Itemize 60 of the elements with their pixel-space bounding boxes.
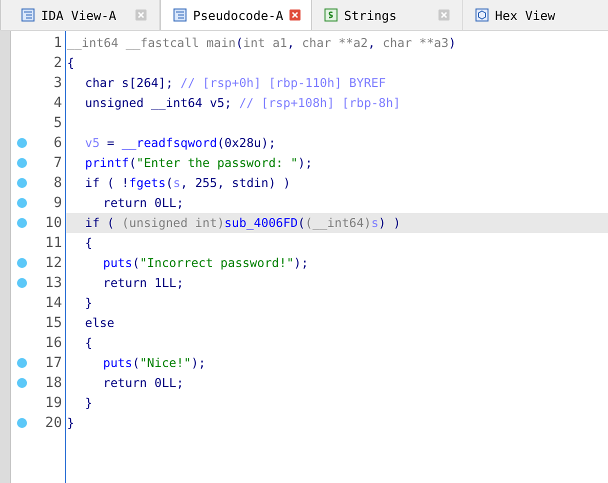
document-icon (21, 8, 35, 22)
code-line: } (67, 416, 74, 430)
strings-icon (324, 8, 338, 22)
line-number: 3 (52, 75, 63, 91)
line-number: 7 (52, 155, 63, 171)
code-line: { (85, 336, 92, 350)
line-number: 16 (44, 335, 63, 351)
line-number: 11 (44, 235, 63, 251)
line-number: 12 (44, 255, 63, 271)
code-line: } (85, 396, 92, 410)
line-number: 18 (44, 375, 63, 391)
hexagon-icon (475, 8, 489, 22)
line-number: 19 (44, 395, 63, 411)
close-icon[interactable] (289, 9, 302, 21)
code-line: printf("Enter the password: "); (85, 156, 312, 170)
breakpoint-dot[interactable] (17, 278, 27, 288)
tab[interactable]: Pseudocode-A (160, 0, 312, 30)
line-number: 14 (44, 295, 63, 311)
code-line: puts("Nice!"); (103, 356, 206, 370)
code-line: v5 = __readfsqword(0x28u); (85, 136, 276, 150)
breakpoint-dot[interactable] (17, 138, 27, 148)
close-icon[interactable] (438, 9, 450, 21)
code-line: unsigned __int64 v5; // [rsp+108h] [rbp-8h] (85, 96, 401, 110)
code-line: if ( (unsigned int)sub_4006FD((__int64)s) ) (85, 216, 401, 230)
code-line: return 1LL; (103, 276, 184, 290)
breakpoint-dot[interactable] (17, 158, 27, 168)
close-icon[interactable] (135, 9, 147, 21)
line-number: 15 (44, 315, 63, 331)
tab[interactable]: IDA View-A (9, 0, 160, 30)
breakpoint-dot[interactable] (17, 198, 27, 208)
code-line: return 0LL; (103, 376, 184, 390)
breakpoint-dot[interactable] (17, 258, 27, 268)
code-line: else (85, 316, 114, 330)
breakpoint-dot[interactable] (17, 418, 27, 428)
line-number: 1 (52, 35, 63, 51)
code-line: } (85, 296, 92, 310)
breakpoint-dot[interactable] (17, 178, 27, 188)
line-number: 4 (52, 95, 63, 111)
tab[interactable]: Strings (312, 0, 463, 30)
code-line: puts("Incorrect password!"); (103, 256, 308, 270)
code-line: __int64 __fastcall main(int a1, char **a2, char **a3) (67, 36, 456, 50)
code-line: return 0LL; (103, 196, 184, 210)
line-number: 8 (52, 175, 63, 191)
line-number: 20 (44, 415, 63, 431)
breakpoint-dot[interactable] (17, 378, 27, 388)
line-number: 17 (44, 355, 63, 371)
breakpoint-dot[interactable] (17, 358, 27, 368)
line-number: 10 (44, 215, 63, 231)
code-line: char s[264]; // [rsp+0h] [rbp-110h] BYREF (85, 76, 386, 90)
line-number: 5 (52, 115, 63, 131)
breakpoint-dot[interactable] (17, 218, 27, 228)
line-number: 13 (44, 275, 63, 291)
code-line: if ( !fgets(s, 255, stdin) ) (85, 176, 290, 190)
line-number: 2 (52, 55, 63, 71)
line-number: 9 (52, 195, 63, 211)
code-line: { (67, 56, 74, 70)
document-icon (173, 8, 187, 22)
tab[interactable]: Hex View (463, 0, 608, 30)
code-line: { (85, 236, 92, 250)
line-number: 6 (52, 135, 63, 151)
